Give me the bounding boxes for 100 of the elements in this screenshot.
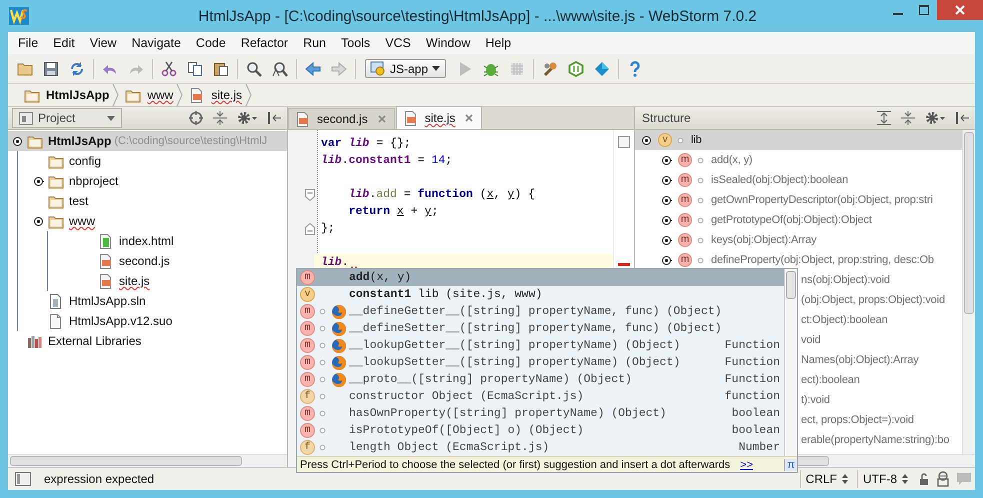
completion-item[interactable]: m __lookupSetter__([string] propertyName) (Object) Function: [297, 354, 784, 371]
structure-item[interactable]: v lib: [635, 130, 962, 150]
copy-icon[interactable]: [187, 60, 203, 76]
close-button[interactable]: [937, 0, 983, 20]
completion-item[interactable]: m __proto__([string] propertyName) (Object) Function: [297, 371, 784, 388]
menu-item[interactable]: Edit: [45, 36, 82, 50]
tree-item[interactable]: config: [9, 151, 287, 171]
tree-item[interactable]: External Libraries: [8, 331, 287, 351]
tree-item[interactable]: HtmlJsApp.v12.suo: [9, 311, 287, 331]
panel-view-dropdown[interactable]: Project: [12, 108, 122, 128]
collapsed-node-icon[interactable]: [33, 176, 44, 186]
menu-item[interactable]: Tools: [333, 36, 378, 50]
menu-item[interactable]: Help: [477, 36, 518, 50]
dot-icon: [697, 176, 704, 184]
structure-item[interactable]: m defineProperty(obj:Object, prop:string, desc:Ob: [635, 250, 962, 270]
expand-all-icon[interactable]: [877, 111, 891, 125]
hexagon-icon[interactable]: [568, 60, 584, 76]
inspection-status-icon[interactable]: [618, 136, 630, 148]
back-arrow-icon[interactable]: [305, 60, 321, 76]
tree-item[interactable]: www: [9, 211, 287, 231]
breadcrumb-separator-icon: [112, 84, 120, 106]
scissors-icon[interactable]: [161, 60, 177, 76]
open-folder-icon[interactable]: [17, 60, 33, 76]
completion-item[interactable]: m __defineSetter__([string] propertyName, func) (Object): [297, 320, 784, 337]
menu-item[interactable]: Refactor: [232, 36, 296, 50]
fold-icon[interactable]: [305, 188, 315, 200]
locate-icon[interactable]: [189, 111, 203, 125]
completion-item[interactable]: m hasOwnProperty([string] propertyName) (Object) boolean: [297, 405, 784, 422]
hide-panel-icon[interactable]: [267, 111, 281, 125]
collapse-all-icon[interactable]: [213, 111, 227, 125]
error-marker-icon[interactable]: [618, 263, 630, 266]
completion-item[interactable]: v constant1 lib (site.js, www): [297, 286, 784, 303]
collapsed-node-icon[interactable]: [661, 214, 672, 226]
menu-item[interactable]: View: [82, 36, 124, 50]
completion-item[interactable]: m add(x, y): [297, 269, 784, 286]
completion-item[interactable]: m isPrototypeOf([Object] o) (Object) boolean: [297, 422, 784, 439]
editor-tab[interactable]: site.js: [396, 106, 482, 129]
tree-item[interactable]: index.html: [39, 231, 287, 251]
expanded-node-icon[interactable]: [12, 136, 23, 146]
tree-item[interactable]: test: [9, 191, 287, 211]
search-icon[interactable]: [246, 60, 262, 76]
breadcrumb[interactable]: HtmlJsApp: [18, 88, 112, 102]
menu-item[interactable]: Code: [188, 36, 233, 50]
expanded-node-icon[interactable]: [641, 134, 652, 146]
scrollbar-thumb[interactable]: [964, 132, 974, 314]
editor-tab[interactable]: second.js: [288, 108, 395, 129]
collapsed-node-icon[interactable]: [661, 194, 672, 206]
encoding-selector[interactable]: UTF-8: [857, 470, 913, 488]
menu-item[interactable]: File: [10, 36, 46, 50]
hide-panel-icon[interactable]: [955, 111, 969, 125]
completion-item[interactable]: f constructor Object (EcmaScript.js) function: [297, 388, 784, 405]
menu-item[interactable]: Run: [295, 36, 333, 50]
folder-icon: [125, 88, 142, 102]
tree-item[interactable]: second.js: [39, 251, 287, 271]
collapsed-node-icon[interactable]: [661, 174, 672, 186]
tree-item[interactable]: HtmlJsApp.sln: [9, 291, 287, 311]
close-icon[interactable]: [378, 115, 386, 123]
settings-icon[interactable]: [925, 111, 945, 125]
menu-item[interactable]: Navigate: [124, 36, 188, 50]
lock-icon[interactable]: [918, 473, 930, 485]
collapsed-node-icon[interactable]: [661, 154, 672, 166]
replace-icon[interactable]: [272, 60, 288, 76]
window-title: HtmlJsApp - [C:\coding\source\testing\HtmlJsApp] - ...\www\site.js - WebStorm 7.0.2: [197, 8, 758, 24]
tree-item[interactable]: site.js: [39, 271, 287, 291]
browser-icon: [331, 338, 347, 354]
completion-item[interactable]: m __lookupGetter__([string] propertyName) (Object) Function: [297, 337, 784, 354]
run-configuration-dropdown[interactable]: JS-app: [365, 59, 446, 78]
wrench-icon[interactable]: [542, 60, 558, 76]
scrollbar-thumb[interactable]: [786, 271, 796, 299]
tree-item[interactable]: nbproject: [9, 171, 287, 191]
tree-item[interactable]: HtmlJsApp (C:\coding\source\testing\HtmlJ: [8, 131, 287, 151]
pi-button[interactable]: π: [784, 458, 797, 470]
expanded-node-icon[interactable]: [33, 216, 44, 226]
panel-toggle-icon[interactable]: [15, 472, 31, 486]
collapsed-node-icon[interactable]: [661, 234, 672, 246]
collapse-all-icon[interactable]: [901, 111, 915, 125]
dot-icon: [318, 359, 326, 366]
scrollbar-thumb[interactable]: [10, 456, 242, 466]
save-icon[interactable]: [43, 60, 59, 76]
diamond-icon[interactable]: [594, 60, 610, 76]
inspector-icon[interactable]: [936, 471, 950, 487]
structure-item[interactable]: m isSealed(obj:Object):boolean: [635, 170, 962, 190]
menu-item[interactable]: Window: [418, 36, 478, 50]
collapsed-node-icon[interactable]: [661, 254, 672, 266]
hint-link[interactable]: >>: [740, 458, 753, 470]
unfold-icon[interactable]: [305, 222, 315, 234]
completion-item[interactable]: m __defineGetter__([string] propertyName, func) (Object): [297, 303, 784, 320]
settings-icon[interactable]: [237, 111, 257, 125]
breadcrumb[interactable]: www: [119, 88, 176, 102]
structure-item[interactable]: m getPrototypeOf(obj:Object):Object: [635, 210, 962, 230]
paste-icon[interactable]: [213, 60, 229, 76]
menu-item[interactable]: VCS: [377, 36, 418, 50]
completion-item[interactable]: f length Object (EcmaScript.js) Number: [297, 439, 784, 456]
breadcrumb[interactable]: site.js: [183, 88, 246, 102]
line-separator-selector[interactable]: CRLF: [800, 470, 853, 488]
structure-item[interactable]: m getOwnPropertyDescriptor(obj:Object, prop:stri: [635, 190, 962, 210]
structure-item[interactable]: m keys(obj:Object):Array: [635, 230, 962, 250]
sync-icon[interactable]: [69, 60, 85, 76]
close-icon[interactable]: [465, 114, 474, 122]
structure-item[interactable]: m add(x, y): [635, 150, 962, 170]
